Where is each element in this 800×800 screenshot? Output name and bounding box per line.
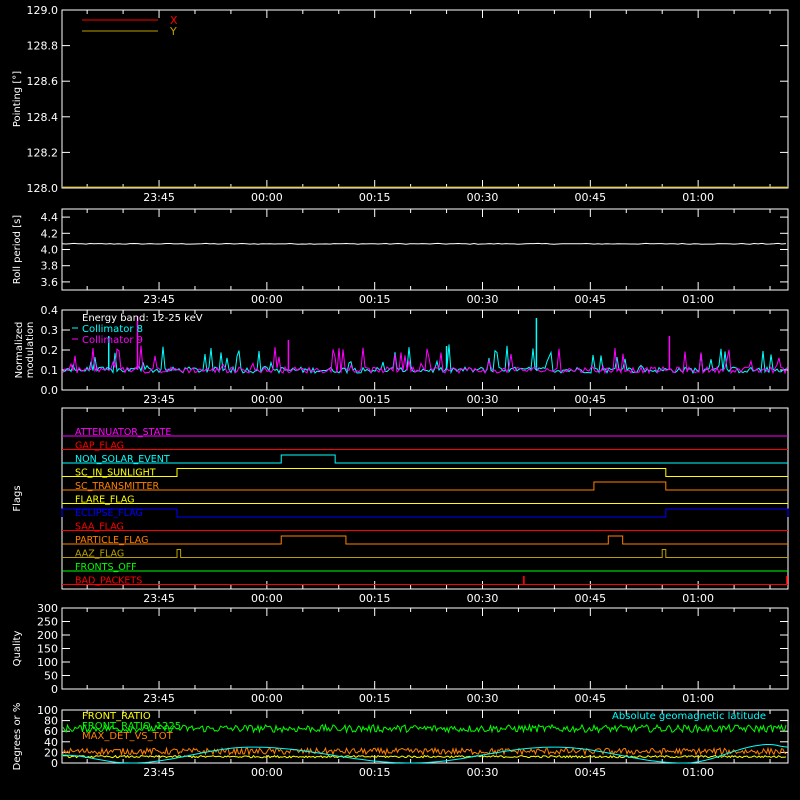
y-axis-label: Degrees or % [12, 703, 23, 771]
x-tick-label: 00:30 [467, 191, 499, 204]
x-tick-label: 00:00 [251, 692, 283, 705]
y-tick-label: 0.2 [41, 344, 59, 357]
x-tick-label: 00:00 [251, 191, 283, 204]
x-tick-label: 23:45 [143, 393, 175, 406]
x-tick-label: 23:45 [143, 592, 175, 605]
flag-line [61, 508, 789, 518]
y-tick-label: 0.4 [41, 304, 59, 317]
y-tick-label: 0.0 [41, 384, 59, 397]
x-tick-label: 00:00 [251, 766, 283, 779]
chart-canvas: 23:45 00:00 00:15 00:30 00:45 01:00 128.0 128.2… [12, 4, 789, 779]
y-tick-label: 4.0 [41, 244, 59, 257]
y-tick-label: 4.4 [41, 211, 59, 224]
x-tick-label: 00:45 [574, 191, 606, 204]
flag-line [62, 535, 788, 545]
y-tick-label: 3.8 [41, 260, 59, 273]
y-axis-label: Roll period [s] [12, 215, 23, 284]
x-tick-label: 01:00 [682, 766, 714, 779]
y-tick-label: 0.3 [41, 324, 59, 337]
flag-label: NON_SOLAR_EVENT [75, 454, 170, 465]
legend-label: Collimator 8 [82, 324, 143, 335]
y-axis-label: Pointing [°] [12, 71, 23, 127]
flag-label: SC_IN_SUNLIGHT [75, 468, 156, 479]
x-tick-label: 23:45 [143, 766, 175, 779]
flag-label: ATTENUATOR_STATE [75, 427, 171, 438]
x-tick-label: 00:30 [467, 592, 499, 605]
x-tick-label: 01:00 [682, 692, 714, 705]
series-line-max-det-vs-tot [62, 746, 787, 757]
flag-label: BAD_PACKETS [75, 576, 142, 587]
plot-frame [61, 208, 789, 291]
y-tick-label: 128.6 [27, 75, 59, 88]
x-tick-label: 00:00 [251, 592, 283, 605]
x-tick-label: 00:00 [251, 293, 283, 306]
x-tick-label: 00:15 [359, 592, 391, 605]
y-tick-label: 150 [37, 643, 58, 656]
x-tick-label: 00:30 [467, 692, 499, 705]
y-tick-label: 100 [37, 704, 58, 717]
y-tick-label: 250 [37, 616, 58, 629]
x-tick-label: 23:45 [143, 191, 175, 204]
flag-label: FLARE_FLAG [75, 495, 135, 506]
legend-label: Y [169, 25, 177, 38]
x-tick-label: 00:15 [359, 191, 391, 204]
y-tick-label: 200 [37, 629, 58, 642]
y-tick-label: 4.2 [41, 227, 59, 240]
y-tick-label: 128.8 [27, 40, 59, 53]
legend-label: Absolute geomagnetic latitude [612, 711, 766, 722]
x-tick-label: 01:00 [682, 393, 714, 406]
x-tick-label: 00:15 [359, 293, 391, 306]
y-tick-label: 300 [37, 602, 58, 615]
series-line-geomagnetic-latitude [61, 744, 789, 764]
x-tick-label: 00:30 [467, 766, 499, 779]
y-axis-label: modulation [25, 322, 36, 379]
x-tick-label: 00:00 [251, 393, 283, 406]
x-tick-label: 00:15 [359, 692, 391, 705]
x-tick-label: 01:00 [682, 293, 714, 306]
flag-line [62, 468, 788, 477]
series-line-roll-period [61, 242, 787, 245]
x-tick-label: 01:00 [682, 592, 714, 605]
flag-label: PARTICLE_FLAG [75, 535, 148, 546]
y-axis-label: Flags [12, 485, 23, 511]
y-tick-label: 128.4 [27, 111, 59, 124]
flag-label: GAP_FLAG [75, 441, 124, 452]
flag-label: FRONTS_OFF [75, 562, 137, 573]
legend-label: Collimator 9 [82, 335, 143, 346]
x-tick-label: 01:00 [682, 191, 714, 204]
flag-label: SAA_FLAG [75, 522, 124, 533]
flag-line [62, 576, 788, 585]
y-tick-label: 0 [51, 683, 58, 696]
flag-line [62, 481, 788, 491]
flag-line [62, 454, 788, 464]
x-tick-label: 00:15 [359, 766, 391, 779]
series-line-front-ratio [62, 754, 787, 759]
x-tick-label: 00:15 [359, 393, 391, 406]
y-tick-label: 3.6 [41, 276, 59, 289]
legend-label: MAX_DET_VS_TOT [82, 731, 174, 742]
x-tick-label: 00:45 [574, 692, 606, 705]
x-tick-label: 00:45 [574, 592, 606, 605]
x-tick-label: 00:45 [574, 293, 606, 306]
x-tick-label: 00:45 [574, 393, 606, 406]
y-axis-label: Normalized [14, 322, 25, 379]
y-tick-label: 128.2 [27, 146, 59, 159]
x-tick-label: 23:45 [143, 293, 175, 306]
x-tick-label: 00:45 [574, 766, 606, 779]
y-tick-label: 100 [37, 656, 58, 669]
flag-label: AAZ_FLAG [75, 549, 124, 560]
y-tick-label: 0.1 [41, 364, 59, 377]
flag-label: SC_TRANSMITTER [75, 481, 160, 492]
flag-label: ECLIPSE_FLAG [75, 508, 143, 519]
y-tick-label: 50 [44, 670, 58, 683]
plot-frame [61, 607, 789, 690]
y-axis-label: Quality [12, 631, 23, 667]
y-tick-label: 128.0 [27, 182, 59, 195]
x-tick-label: 00:30 [467, 293, 499, 306]
y-tick-label: 129.0 [27, 4, 59, 17]
x-tick-label: 23:45 [143, 692, 175, 705]
flag-line [62, 549, 788, 558]
legend-label: Energy band: 12-25 keV [82, 313, 203, 324]
x-tick-label: 00:30 [467, 393, 499, 406]
